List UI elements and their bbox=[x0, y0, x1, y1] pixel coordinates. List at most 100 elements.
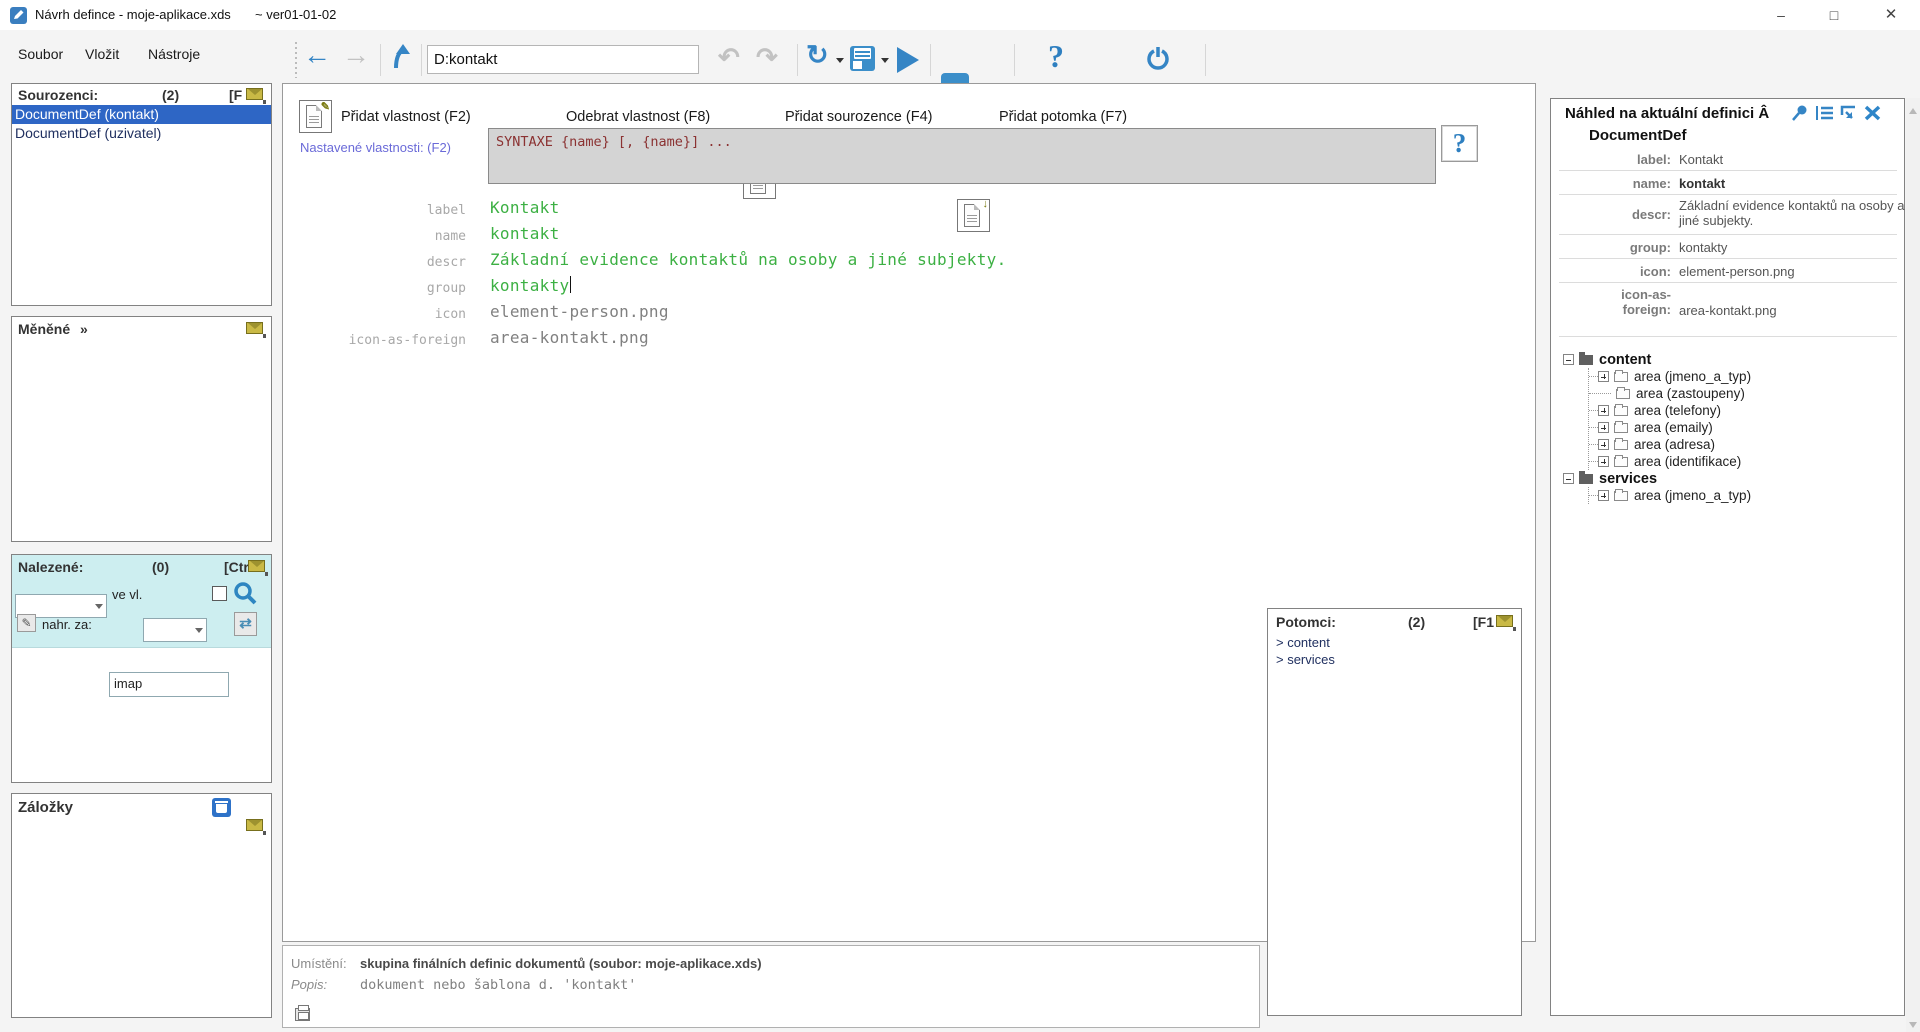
potomci-item[interactable]: > services bbox=[1276, 652, 1335, 667]
folder-icon bbox=[1614, 423, 1628, 433]
save-dropdown-icon[interactable] bbox=[881, 58, 889, 63]
printer-icon[interactable] bbox=[295, 1008, 310, 1021]
potomci-item[interactable]: > content bbox=[1276, 635, 1330, 650]
field-value-label[interactable]: Kontakt bbox=[490, 198, 560, 217]
field-label: name bbox=[296, 229, 466, 244]
tree-item[interactable]: area (telefony) bbox=[1589, 402, 1898, 419]
tree-item[interactable]: area (adresa) bbox=[1589, 436, 1898, 453]
collapse-envelope-icon[interactable] bbox=[246, 819, 263, 831]
field-label: label bbox=[296, 203, 466, 218]
expand-icon[interactable] bbox=[1598, 439, 1609, 450]
expand-icon[interactable] bbox=[1598, 456, 1609, 467]
list-icon[interactable] bbox=[1815, 103, 1835, 128]
preview-panel: Náhled na aktuální definici Â DocumentDe… bbox=[1550, 98, 1905, 1016]
menu-nastroje[interactable]: Nástroje bbox=[148, 46, 200, 62]
list-item[interactable]: DocumentDef (kontakt) bbox=[12, 105, 271, 124]
list-item[interactable]: DocumentDef (uzivatel) bbox=[12, 124, 271, 143]
tree-item[interactable]: area (emaily) bbox=[1589, 419, 1898, 436]
expand-icon[interactable] bbox=[1598, 490, 1609, 501]
add-sibling-button[interactable]: Přidat sourozence (F4) bbox=[785, 109, 932, 125]
replace-combo[interactable]: imap bbox=[109, 672, 229, 697]
redo-icon[interactable]: ↷ bbox=[756, 44, 778, 70]
add-property-button[interactable]: Přidat vlastnost (F2) bbox=[341, 109, 471, 125]
minimize-button[interactable]: – bbox=[1758, 0, 1804, 30]
search-icon[interactable] bbox=[232, 581, 258, 612]
undo-icon[interactable]: ↶ bbox=[718, 44, 740, 70]
tree-group[interactable]: content bbox=[1563, 351, 1898, 368]
preview-key: icon-as-foreign: bbox=[1617, 287, 1671, 317]
nalezene-title: Nalezené: bbox=[18, 559, 83, 575]
expand-icon[interactable] bbox=[1598, 405, 1609, 416]
scrollbar[interactable] bbox=[1906, 98, 1920, 1032]
collapse-expander-icon[interactable] bbox=[1563, 473, 1574, 484]
add-child-button[interactable]: Přidat potomka (F7) bbox=[999, 109, 1127, 125]
field-value-descr[interactable]: Základní evidence kontaktů na osoby a ji… bbox=[490, 250, 1007, 269]
property-combo[interactable] bbox=[143, 618, 207, 642]
scroll-down-icon[interactable] bbox=[1909, 1022, 1917, 1028]
folder-icon bbox=[1614, 491, 1628, 501]
collapse-envelope-icon[interactable] bbox=[246, 88, 263, 100]
expand-icon[interactable] bbox=[1598, 371, 1609, 382]
tree-item[interactable]: area (zastoupeny) bbox=[1589, 385, 1898, 402]
reload-icon[interactable]: ↻ bbox=[806, 42, 829, 68]
field-value-name[interactable]: kontakt bbox=[490, 224, 560, 243]
close-icon[interactable] bbox=[1863, 103, 1883, 128]
menu-vlozit[interactable]: Vložit bbox=[85, 46, 119, 62]
close-button[interactable]: ✕ bbox=[1868, 0, 1914, 30]
collapse-envelope-icon[interactable] bbox=[1496, 615, 1513, 627]
ve-vl-label: ve vl. bbox=[112, 587, 142, 602]
tree-item[interactable]: area (identifikace) bbox=[1589, 453, 1898, 470]
preview-value: kontakt bbox=[1679, 176, 1905, 191]
field-label: icon-as-foreign bbox=[296, 333, 466, 348]
folder-icon bbox=[1614, 372, 1628, 382]
add-property-icon[interactable]: ✎ bbox=[299, 100, 332, 133]
preview-row: name: kontakt bbox=[1559, 171, 1897, 195]
field-value-icon[interactable]: element-person.png bbox=[490, 302, 669, 321]
remove-property-button[interactable]: Odebrat vlastnost (F8) bbox=[566, 109, 710, 125]
forward-icon[interactable]: → bbox=[342, 42, 370, 68]
sourozenci-shortcut: [F bbox=[229, 87, 242, 103]
folder-icon bbox=[1579, 355, 1593, 365]
swap-icon[interactable]: ⇄ bbox=[234, 612, 257, 636]
run-icon[interactable] bbox=[897, 47, 919, 73]
field-value-group[interactable]: kontakty bbox=[490, 276, 571, 296]
pin-icon[interactable] bbox=[1789, 103, 1809, 128]
text-caret bbox=[570, 276, 571, 293]
potomci-shortcut: [F1 bbox=[1473, 614, 1494, 630]
menene-expand[interactable]: » bbox=[80, 321, 88, 337]
expand-icon[interactable] bbox=[1598, 422, 1609, 433]
sourozenci-count: (2) bbox=[162, 87, 179, 103]
power-icon[interactable] bbox=[1146, 46, 1170, 77]
window-title: Návrh defince - moje-aplikace.xds bbox=[35, 7, 231, 22]
app-icon bbox=[10, 7, 27, 24]
set-properties-label[interactable]: Nastavené vlastnosti: (F2) bbox=[300, 140, 451, 155]
back-icon[interactable]: ← bbox=[303, 42, 331, 68]
maximize-button[interactable]: □ bbox=[1811, 0, 1857, 30]
preview-row: icon-as-foreign: area-kontakt.png bbox=[1559, 283, 1897, 337]
search-checkbox[interactable] bbox=[212, 586, 227, 601]
syntax-box: SYNTAXE {name} [, {name}] ... bbox=[488, 128, 1436, 184]
save-icon[interactable] bbox=[850, 46, 875, 71]
add-child-icon[interactable]: ↓ bbox=[957, 199, 990, 232]
tree-item[interactable]: area (jmeno_a_typ) bbox=[1589, 368, 1898, 385]
collapse-envelope-icon[interactable] bbox=[248, 560, 265, 572]
scroll-up-icon[interactable] bbox=[1909, 108, 1917, 114]
syntax-help-button[interactable]: ? bbox=[1441, 125, 1478, 162]
edit-icon[interactable]: ✎ bbox=[17, 614, 36, 632]
folder-icon bbox=[1614, 457, 1628, 467]
field-value-icon-as-foreign[interactable]: area-kontakt.png bbox=[490, 328, 649, 347]
tree-item[interactable]: area (jmeno_a_typ) bbox=[1589, 487, 1898, 504]
collapse-corner-icon[interactable] bbox=[1839, 103, 1859, 128]
address-input[interactable] bbox=[427, 45, 699, 74]
tree-group[interactable]: services bbox=[1563, 470, 1898, 487]
menu-soubor[interactable]: Soubor bbox=[18, 46, 63, 62]
trash-icon[interactable] bbox=[212, 798, 231, 817]
collapse-expander-icon[interactable] bbox=[1563, 354, 1574, 365]
zalozky-title: Záložky bbox=[18, 799, 73, 816]
potomci-panel: Potomci: (2) [F1 > content > services bbox=[1267, 608, 1522, 1016]
up-level-icon[interactable] bbox=[390, 42, 416, 77]
collapse-envelope-icon[interactable] bbox=[246, 322, 263, 334]
help-icon[interactable]: ? bbox=[1048, 38, 1064, 75]
folder-icon bbox=[1614, 440, 1628, 450]
reload-dropdown-icon[interactable] bbox=[836, 58, 844, 63]
